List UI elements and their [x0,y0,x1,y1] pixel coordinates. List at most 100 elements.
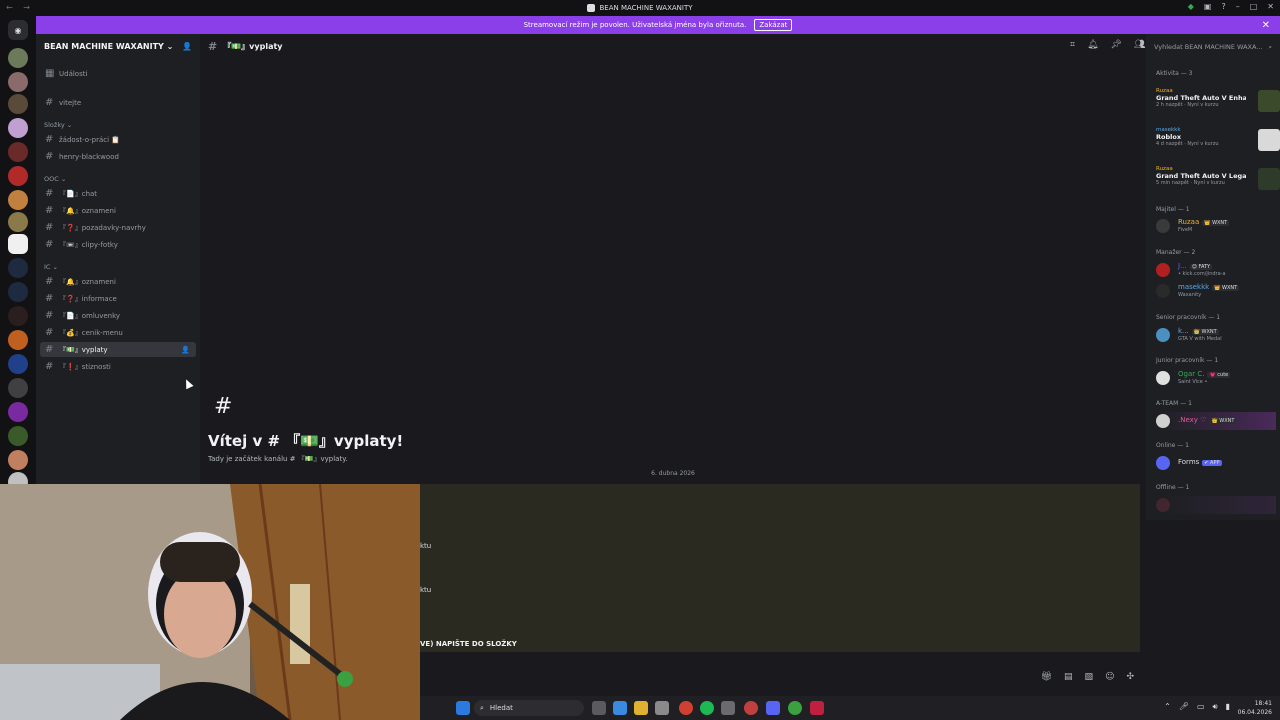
hash-icon: # [45,222,54,233]
category-ic[interactable]: IC ⌄ [44,263,58,271]
channel-stiznosti[interactable]: # 『❗』stiznosti [40,359,196,374]
activity-card[interactable]: Ruzaa Grand Theft Auto V Enhan... 2 h na… [1156,88,1280,118]
category-slozky[interactable]: Složky ⌄ [44,121,72,129]
spotify-icon[interactable] [700,701,714,715]
server-icon[interactable] [8,426,28,446]
channel-pozadavky[interactable]: # 『❓』pozadavky-navrhy [40,220,196,235]
member-row[interactable]: .Nexy ♡ 👑 WXNT [1156,412,1276,430]
server-icon[interactable] [8,402,28,422]
invite-people-icon[interactable]: 👤 [182,42,192,51]
channel-zadost[interactable]: # žádost-o-práci 📋 [40,132,196,147]
server-icon[interactable] [8,118,28,138]
hash-icon: # [45,205,54,216]
bell-icon[interactable]: 🔔︎ [1087,40,1098,50]
taskbar-search-label: Hledat [489,704,513,712]
sticker-icon[interactable]: ▧ [1085,672,1094,682]
channel-label: 『📄』omluvenky [59,311,121,320]
inbox-icon[interactable]: ▣ [1204,2,1212,11]
category-ooc[interactable]: OOC ⌄ [44,175,66,183]
discord-home-icon[interactable]: ◉ [8,20,28,40]
server-icon[interactable] [8,212,28,232]
nav-arrows[interactable]: ← → [6,3,34,12]
add-member-icon[interactable]: 👤 [181,346,190,354]
pin-icon[interactable]: 📌︎ [1111,40,1122,50]
battery-icon[interactable]: ▮ [1226,702,1230,712]
activity-card[interactable]: Ruzaa Grand Theft Auto V Legacy 5 min na… [1156,166,1280,196]
channel-sidebar: BEAN MACHINE WAXANITY ⌄ 👤 ▦ Události # v… [36,34,200,484]
network-icon[interactable]: ▭ [1197,702,1205,712]
copilot-icon[interactable] [613,701,627,715]
windows-start-icon[interactable] [456,701,470,715]
server-icon[interactable] [8,450,28,470]
settings-icon[interactable] [721,701,735,715]
channel-vyplaty[interactable]: # 『💵』vyplaty 👤 [40,342,196,357]
app-icon[interactable] [788,701,802,715]
discord-taskbar-icon[interactable] [766,701,780,715]
store-icon[interactable] [655,701,669,715]
member-status: Waxanity [1178,292,1202,298]
server-icon[interactable] [8,190,28,210]
maximize-icon[interactable]: □ [1250,2,1258,11]
threads-icon[interactable]: ⌗ [1070,40,1075,50]
server-header[interactable]: BEAN MACHINE WAXANITY ⌄ 👤 [36,34,200,58]
search-input[interactable]: Vyhledat BEAN MACHINE WAXA... ⌕ [1150,40,1276,54]
app-icon[interactable] [744,701,758,715]
avatar [1156,498,1170,512]
chevron-up-icon[interactable]: ⌃ [1164,702,1171,712]
hash-icon: # [45,239,54,250]
gif-icon[interactable]: ▤ [1064,672,1073,682]
chrome-icon[interactable] [679,701,693,715]
update-leaf-icon[interactable]: ◆ [1188,2,1194,11]
channel-oznameni-ic[interactable]: # 『🔔』oznameni [40,274,196,289]
channel-label: 『❓』pozadavky-navrhy [59,223,146,232]
activity-card[interactable]: masekkk Roblox 4 d nazpět · Nyní v kurzu [1156,127,1280,157]
message-input-bar[interactable]: 🎁︎ ▤ ▧ ☺ ✣ [420,664,1140,692]
members-icon[interactable]: 👥︎ [1134,40,1145,50]
channel-chat[interactable]: # 『📄』chat [40,186,196,201]
server-icon-active[interactable] [8,234,28,254]
volume-icon[interactable]: 🔊︎ [1213,702,1218,712]
minimize-icon[interactable]: – [1236,2,1240,11]
taskbar-clock[interactable]: 18:41 06.04.2026 [1238,699,1272,717]
server-icon[interactable] [8,94,28,114]
server-icon[interactable] [8,142,28,162]
server-icon[interactable] [8,72,28,92]
apps-icon[interactable]: ✣ [1126,672,1134,682]
close-window-icon[interactable]: ✕ [1267,2,1274,11]
streamer-mode-banner: Streamovací režim je povolen. Uživatelsk… [36,16,1280,34]
server-icon[interactable] [8,354,28,374]
window-title: BEAN MACHINE WAXANITY [599,4,693,12]
close-banner-icon[interactable]: ✕ [1262,20,1270,31]
server-icon[interactable] [8,258,28,278]
gift-icon[interactable]: 🎁︎ [1041,672,1052,682]
taskbar-search[interactable]: ⌕ Hledat [474,700,584,716]
channel-henry[interactable]: # henry-blackwood [40,149,196,164]
channel-oznameni-ooc[interactable]: # 『🔔』oznameni [40,203,196,218]
emoji-icon[interactable]: ☺ [1105,672,1114,682]
channel-informace[interactable]: # 『❓』informace [40,291,196,306]
chevron-down-icon: ⌄ [166,41,174,51]
member-name: masekkk 👑 WXNT [1178,283,1240,291]
server-icon[interactable] [8,330,28,350]
member-row[interactable] [1156,496,1276,514]
server-icon[interactable] [8,378,28,398]
header-toolbar: ⌗ 🔔︎ 📌︎ 👥︎ [1070,40,1145,50]
mic-icon[interactable]: 🎤︎ [1179,702,1189,712]
server-icon[interactable] [8,166,28,186]
server-icon[interactable] [8,282,28,302]
server-name: BEAN MACHINE WAXANITY [44,41,164,51]
channel-vitejte[interactable]: # vitejte [40,95,196,110]
help-icon[interactable]: ? [1221,2,1225,11]
server-icon[interactable] [8,48,28,68]
channel-cenik[interactable]: # 『💰』cenik-menu [40,325,196,340]
disable-streamer-button[interactable]: Zakázat [754,19,793,31]
hash-icon: # [45,327,54,338]
channel-clipy[interactable]: # 『📼』clipy-fotky [40,237,196,252]
channel-omluvenky[interactable]: # 『📄』omluvenky [40,308,196,323]
events-item[interactable]: ▦ Události [40,66,196,81]
app-icon[interactable] [810,701,824,715]
hash-icon: # [45,134,54,145]
server-icon[interactable] [8,306,28,326]
file-explorer-icon[interactable] [634,701,648,715]
task-view-icon[interactable] [592,701,606,715]
